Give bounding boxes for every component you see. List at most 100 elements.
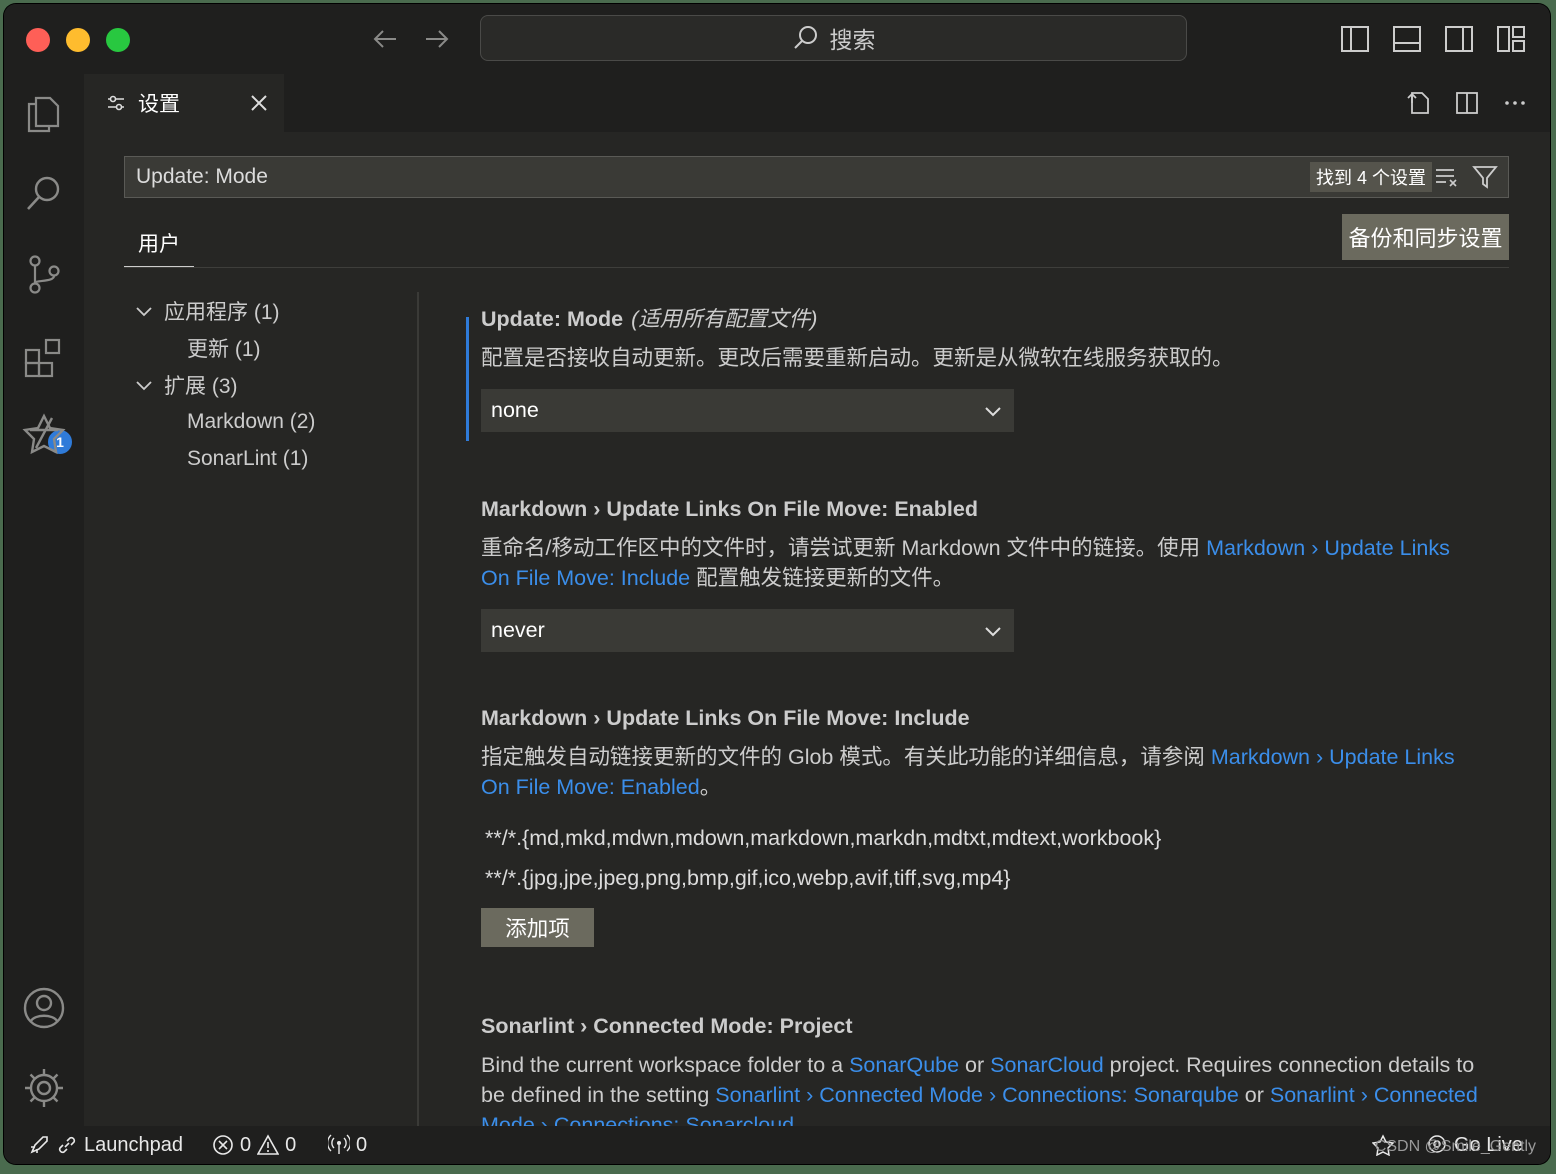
toc-label: 应用程序 (1) xyxy=(164,300,280,324)
settings-search-input[interactable]: Update: Mode 找到 4 个设置 xyxy=(124,156,1509,198)
explorer-icon[interactable] xyxy=(22,92,66,136)
forward-arrow-icon[interactable] xyxy=(422,24,452,54)
description-text: or xyxy=(959,1053,991,1077)
toggle-panel-icon[interactable] xyxy=(1392,24,1422,54)
source-control-icon[interactable] xyxy=(22,252,66,296)
setting-update-mode: Update: Mode (适用所有配置文件) 配置是否接收自动更新。更改后需要重… xyxy=(466,304,1506,441)
markdown-links-enabled-select[interactable]: never xyxy=(481,609,1014,652)
backup-sync-button[interactable]: 备份和同步设置 xyxy=(1342,214,1509,260)
toc-item-extensions[interactable]: 扩展 (3) xyxy=(134,366,414,403)
editor-tabstrip: 设置 xyxy=(84,74,1550,132)
customize-layout-icon[interactable] xyxy=(1496,24,1526,54)
tab-settings[interactable]: 设置 xyxy=(84,74,284,132)
update-mode-select[interactable]: none xyxy=(481,389,1014,432)
maximize-window-button[interactable] xyxy=(106,28,130,52)
launchpad-status[interactable]: Launchpad xyxy=(28,1126,183,1164)
ports-status[interactable]: 0 xyxy=(328,1126,367,1164)
setting-description: 指定触发自动链接更新的文件的 Glob 模式。有关此功能的详细信息，请参阅 Ma… xyxy=(466,742,1481,802)
description-text: 重命名/移动工作区中的文件时，请尝试更新 Markdown 文件中的链接。使用 xyxy=(481,536,1207,560)
toc-item-markdown[interactable]: Markdown (2) xyxy=(134,403,414,440)
sonarcloud-link[interactable]: SonarCloud xyxy=(990,1053,1104,1077)
description-text: 指定触发自动链接更新的文件的 Glob 模式。有关此功能的详细信息，请参阅 xyxy=(481,745,1211,769)
setting-title: Markdown › Update Links On File Move: In… xyxy=(466,703,1506,733)
status-bar: Launchpad 0 0 0 Go Live CSDN @Smile_Gent… xyxy=(4,1126,1550,1164)
toc-label: 更新 (1) xyxy=(187,337,261,361)
setting-title: Markdown › Update Links On File Move: En… xyxy=(466,494,1506,524)
activity-bar: 1 xyxy=(4,74,84,1126)
more-actions-icon[interactable] xyxy=(1502,90,1528,116)
toc-item-application[interactable]: 应用程序 (1) xyxy=(134,292,414,329)
toggle-primary-sidebar-icon[interactable] xyxy=(1340,24,1370,54)
layout-controls xyxy=(1340,24,1526,54)
setting-description: Bind the current workspace folder to a S… xyxy=(466,1050,1481,1126)
chevron-down-icon xyxy=(136,306,152,316)
command-center-search[interactable]: 搜索 xyxy=(480,15,1187,61)
warning-count: 0 xyxy=(285,1133,297,1156)
setting-name: Project xyxy=(779,1014,853,1038)
setting-markdown-links-include: Markdown › Update Links On File Move: In… xyxy=(466,703,1506,947)
command-center-label: 搜索 xyxy=(829,27,876,53)
open-settings-json-icon[interactable] xyxy=(1406,90,1432,116)
scope-divider xyxy=(124,267,1509,268)
toc-divider xyxy=(417,292,419,1126)
setting-title: Update: Mode (适用所有配置文件) xyxy=(466,304,1506,334)
rocket-icon xyxy=(30,1136,48,1154)
split-editor-icon[interactable] xyxy=(1454,90,1480,116)
settings-sliders-icon xyxy=(108,95,124,111)
setting-markdown-links-enabled: Markdown › Update Links On File Move: En… xyxy=(466,494,1506,652)
glob-list-item[interactable]: **/*.{jpg,jpe,jpeg,png,bmp,gif,ico,webp,… xyxy=(466,858,1506,898)
setting-prefix: Update: xyxy=(481,307,567,331)
settings-toc: 应用程序 (1) 更新 (1) 扩展 (3) Markdown (2) Sona… xyxy=(134,292,414,477)
setting-scope: (适用所有配置文件) xyxy=(631,307,818,331)
toc-label: 扩展 (3) xyxy=(164,374,238,398)
select-value: never xyxy=(491,618,545,642)
toc-item-sonarlint[interactable]: SonarLint (1) xyxy=(134,440,414,477)
warning-icon xyxy=(257,1134,280,1155)
search-icon[interactable] xyxy=(22,172,66,216)
toc-label: SonarLint (1) xyxy=(187,446,309,470)
broadcast-icon xyxy=(328,1134,350,1154)
minimize-window-button[interactable] xyxy=(66,28,90,52)
select-value: none xyxy=(491,398,539,422)
chevron-down-icon xyxy=(136,380,152,390)
search-tools xyxy=(1434,164,1498,190)
setting-name: Include xyxy=(894,706,970,730)
watermark-text: CSDN @Smile_Gently xyxy=(1374,1138,1536,1155)
titlebar: 搜索 xyxy=(4,4,1550,75)
add-item-button[interactable]: 添加项 xyxy=(481,908,594,947)
setting-link[interactable]: Sonarlint › Connected Mode › Connections… xyxy=(715,1083,1239,1107)
error-count: 0 xyxy=(240,1133,252,1156)
setting-description: 配置是否接收自动更新。更改后需要重新启动。更新是从微软在线服务获取的。 xyxy=(481,346,1234,370)
setting-prefix: Markdown › Update Links On File Move: xyxy=(481,706,895,730)
description-text: Bind the current workspace folder to a xyxy=(481,1053,850,1077)
setting-name: Mode xyxy=(567,307,624,331)
toc-item-update[interactable]: 更新 (1) xyxy=(134,329,414,366)
setting-title: Sonarlint › Connected Mode: Project xyxy=(466,1011,1506,1041)
glob-list-item[interactable]: **/*.{md,mkd,mdwn,mdown,markdown,markdn,… xyxy=(466,818,1506,858)
ports-count: 0 xyxy=(356,1133,368,1156)
back-arrow-icon[interactable] xyxy=(370,24,400,54)
launchpad-label: Launchpad xyxy=(84,1133,183,1156)
close-window-button[interactable] xyxy=(26,28,50,52)
setting-sonarlint-project: Sonarlint › Connected Mode: Project Bind… xyxy=(466,1011,1506,1126)
toggle-secondary-sidebar-icon[interactable] xyxy=(1444,24,1474,54)
tab-user-scope[interactable]: 用户 xyxy=(124,220,194,268)
setting-prefix: Markdown › Update Links On File Move: xyxy=(481,497,895,521)
clear-filter-icon[interactable] xyxy=(1434,164,1460,190)
results-count-badge: 找到 4 个设置 xyxy=(1309,162,1432,192)
sonarlint-icon[interactable] xyxy=(22,412,66,456)
toc-label: Markdown (2) xyxy=(187,409,316,433)
setting-description: 重命名/移动工作区中的文件时，请尝试更新 Markdown 文件中的链接。使用 … xyxy=(466,533,1481,593)
chevron-down-icon xyxy=(985,406,1001,416)
extensions-icon[interactable] xyxy=(22,336,66,380)
vscode-window: 搜索 1 设置 Update: Mode 找到 4 个设置 用户 备份和同步设置… xyxy=(4,4,1550,1164)
problems-status[interactable]: 0 0 xyxy=(212,1126,296,1164)
setting-name: Enabled xyxy=(894,497,978,521)
sonarqube-link[interactable]: SonarQube xyxy=(849,1053,959,1077)
tab-label: 设置 xyxy=(138,93,180,116)
accounts-icon[interactable] xyxy=(22,986,66,1030)
description-text: 。 xyxy=(699,775,722,799)
filter-icon[interactable] xyxy=(1472,164,1498,190)
close-icon[interactable] xyxy=(248,92,270,114)
manage-gear-icon[interactable] xyxy=(22,1066,66,1110)
